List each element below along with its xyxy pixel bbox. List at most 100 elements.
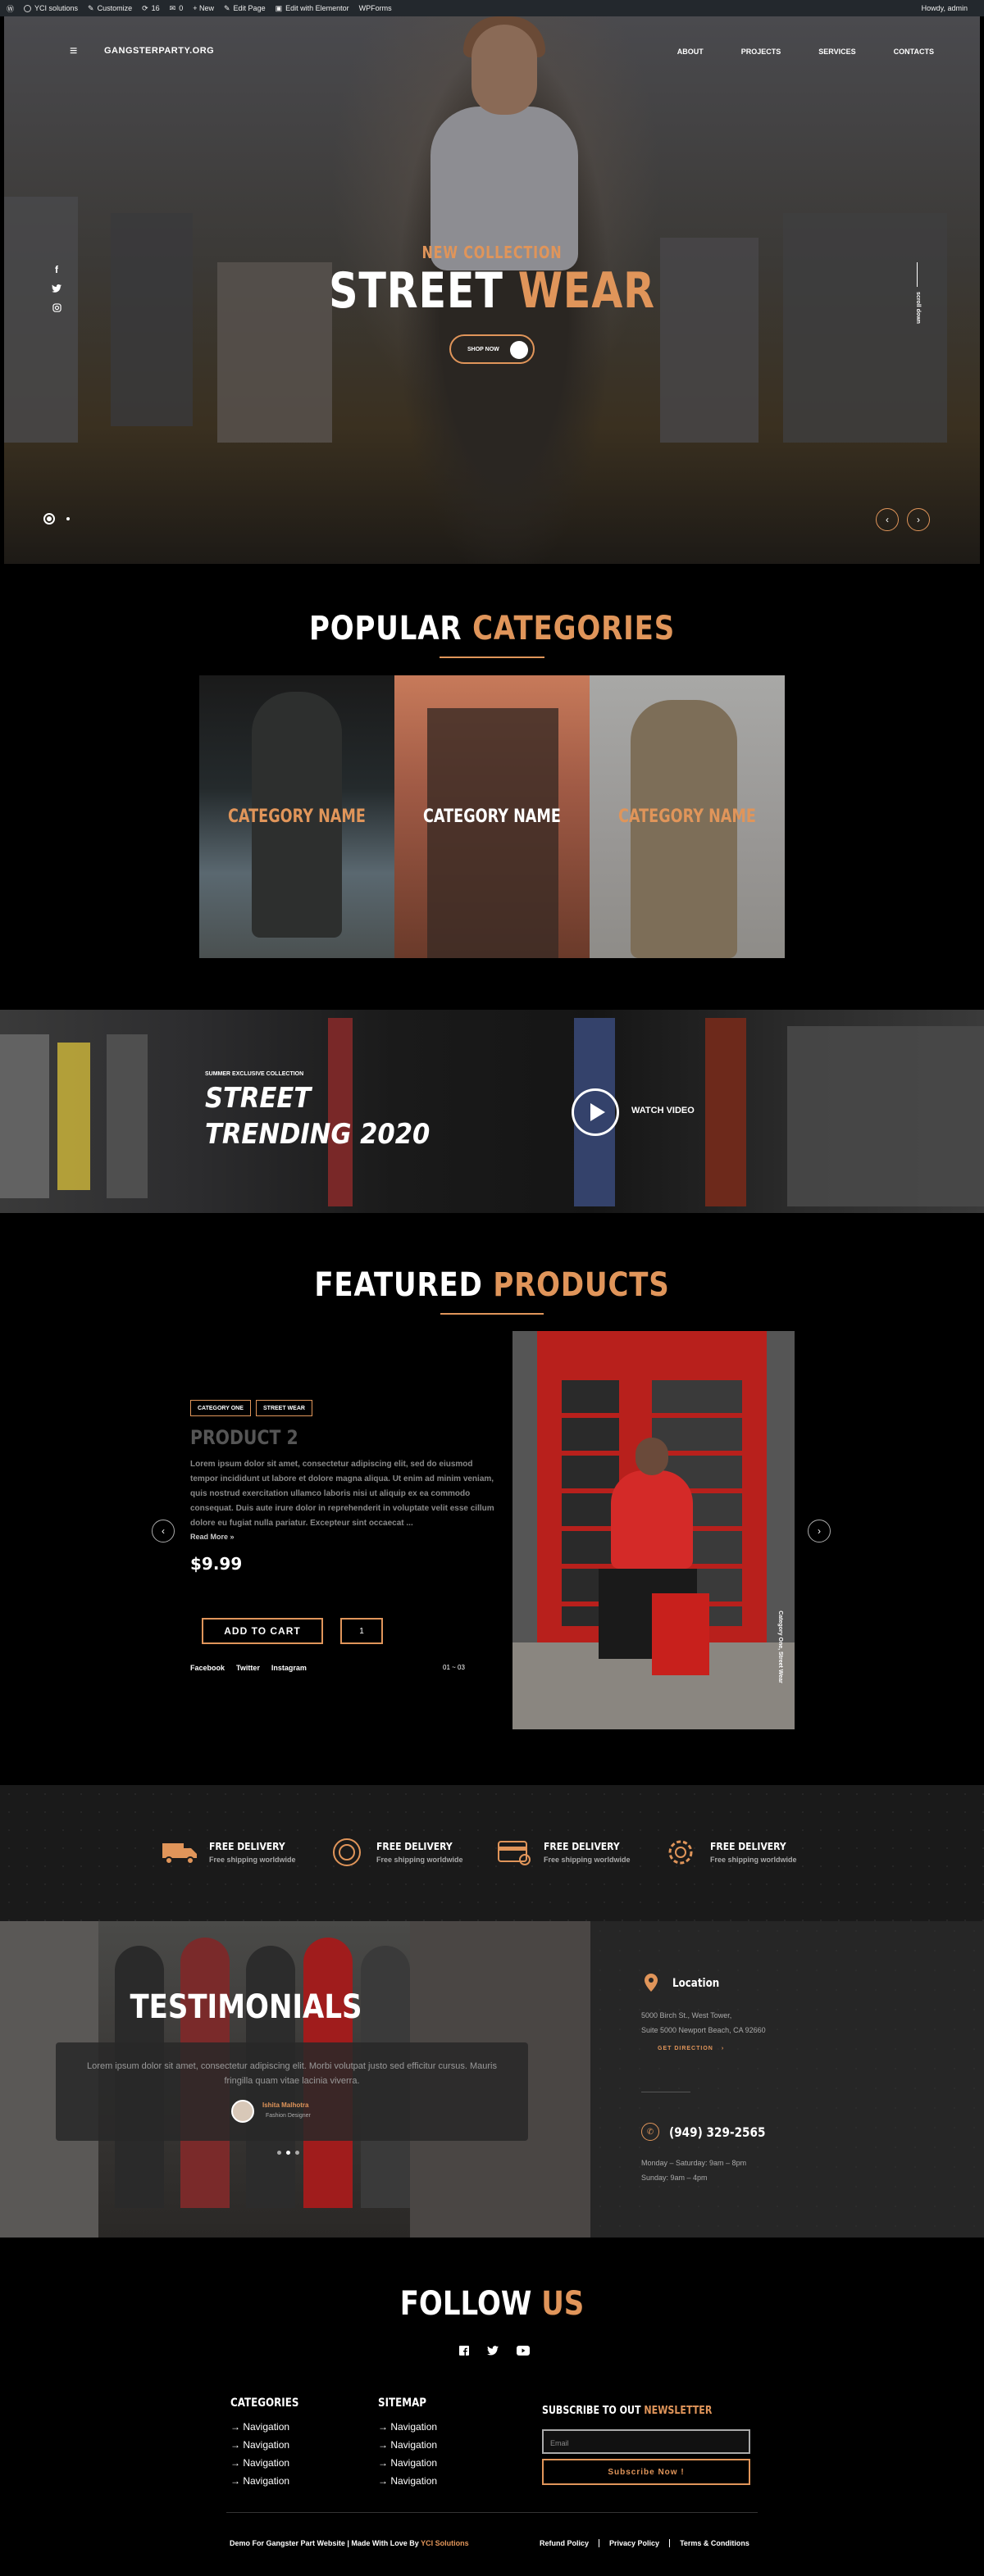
arrow-right-icon: ›	[721, 2046, 725, 2051]
home-icon	[24, 4, 32, 12]
scroll-down-indicator[interactable]: scroll down	[913, 262, 922, 352]
facebook-icon[interactable]	[459, 2346, 469, 2358]
email-input[interactable]: Email	[542, 2429, 750, 2454]
main-nav: ≡ GANGSTERPARTY.ORG ABOUT PROJECTS SERVI…	[4, 39, 980, 64]
follow-social	[459, 2346, 530, 2358]
share-instagram-link[interactable]: Instagram	[271, 1664, 307, 1672]
play-video-button[interactable]	[572, 1088, 619, 1136]
terms-link[interactable]: Terms & Conditions	[680, 2539, 759, 2547]
hero-model-face	[472, 25, 537, 115]
address-line: 5000 Birch St., West Tower,	[641, 2011, 732, 2019]
footer-divider	[226, 2512, 758, 2513]
red-stool	[652, 1593, 709, 1675]
admin-new-link[interactable]: + New	[193, 4, 214, 12]
slider-dot[interactable]	[66, 517, 70, 520]
admin-bar: Ⓦ YCI solutions ✎ Customize ⟳ 16 ✉ 0 + N…	[0, 0, 984, 16]
refund-policy-link[interactable]: Refund Policy	[540, 2539, 600, 2547]
product-name[interactable]: PRODUCT 2	[190, 1426, 298, 1449]
get-direction-link[interactable]: GET DIRECTION ›	[658, 2046, 724, 2051]
admin-customize-link[interactable]: ✎ Customize	[88, 4, 132, 13]
watch-video-label[interactable]: WATCH VIDEO	[631, 1106, 695, 1115]
subscribe-button[interactable]: Subscribe Now !	[542, 2459, 750, 2485]
footer-link[interactable]: → Navigation	[230, 2421, 289, 2433]
category-card[interactable]: CATEGORY NAME	[394, 675, 590, 958]
nav-item-projects[interactable]: PROJECTS	[741, 48, 781, 56]
feature-item: FREE DELIVERY Free shipping worldwide	[327, 1834, 463, 1870]
product-tag[interactable]: STREET WEAR	[256, 1400, 312, 1416]
credit-link[interactable]: YCI Solutions	[421, 2539, 469, 2547]
category-card[interactable]: CATEGORY NAME	[199, 675, 394, 958]
testimonial-dot[interactable]	[295, 2151, 299, 2155]
product-next-button[interactable]: ›	[808, 1520, 831, 1542]
twitter-icon[interactable]	[487, 2346, 499, 2358]
slider-prev-button[interactable]: ‹	[876, 508, 899, 531]
product-share: Facebook Twitter Instagram	[190, 1664, 307, 1672]
nav-item-services[interactable]: SERVICES	[818, 48, 855, 56]
bg-building	[4, 197, 78, 443]
product-prev-button[interactable]: ‹	[152, 1520, 175, 1542]
product-counter: 01 ~ 03	[443, 1664, 465, 1671]
gear-icon	[661, 1834, 700, 1870]
featured-underline	[440, 1313, 544, 1315]
testimonial-dot[interactable]	[286, 2151, 290, 2155]
instagram-icon[interactable]	[52, 303, 61, 315]
slider-next-button[interactable]: ›	[907, 508, 930, 531]
phone-number[interactable]: (949) 329-2565	[669, 2124, 765, 2140]
twitter-icon[interactable]	[52, 284, 61, 295]
footer-link[interactable]: → Navigation	[378, 2475, 437, 2487]
hero-slider: ≡ GANGSTERPARTY.ORG ABOUT PROJECTS SERVI…	[4, 16, 980, 564]
category-card[interactable]: CATEGORY NAME	[590, 675, 785, 958]
hours-line: Sunday: 9am – 4pm	[641, 2174, 708, 2182]
testimonial-pagination	[277, 2151, 299, 2155]
admin-howdy[interactable]: Howdy, admin	[922, 4, 968, 12]
shop-now-button[interactable]: SHOP NOW	[449, 334, 535, 364]
admin-wpforms-link[interactable]: WPForms	[359, 4, 392, 12]
footer-sitemap-list: → Navigation → Navigation → Navigation →…	[378, 2421, 437, 2487]
menu-icon[interactable]: ≡	[70, 44, 77, 59]
testimonial-dot[interactable]	[277, 2151, 281, 2155]
footer-link[interactable]: → Navigation	[378, 2439, 437, 2451]
privacy-policy-link[interactable]: Privacy Policy	[609, 2539, 671, 2547]
product-tag[interactable]: CATEGORY ONE	[190, 1400, 251, 1416]
nav-item-contacts[interactable]: CONTACTS	[894, 48, 934, 56]
facebook-icon[interactable]: f	[55, 264, 58, 275]
admin-comments-link[interactable]: ✉ 0	[170, 4, 184, 13]
admin-edit-page-link[interactable]: ✎ Edit Page	[224, 4, 266, 13]
slider-dot-active[interactable]	[43, 513, 55, 525]
footer-link[interactable]: → Navigation	[378, 2457, 437, 2469]
add-to-cart-button[interactable]: ADD TO CART	[202, 1618, 323, 1644]
scroll-line	[917, 262, 918, 287]
admin-site-link[interactable]: YCI solutions	[24, 4, 78, 12]
footer-link[interactable]: → Navigation	[378, 2421, 437, 2433]
product-image-label: Category One, Street Wear	[777, 1610, 783, 1683]
testimonial-card: Lorem ipsum dolor sit amet, consectetur …	[56, 2042, 528, 2141]
site-logo[interactable]: GANGSTERPARTY.ORG	[104, 46, 214, 56]
nav-menu: ABOUT PROJECTS SERVICES CONTACTS	[677, 48, 934, 56]
footer-link[interactable]: → Navigation	[230, 2457, 289, 2469]
button-dot	[510, 341, 528, 359]
graffiti-wall	[0, 1034, 49, 1198]
share-twitter-link[interactable]: Twitter	[236, 1664, 260, 1672]
badge-icon	[327, 1834, 367, 1870]
testimonial-author: Ishita Malhotra	[262, 2101, 309, 2109]
footer-sitemap-title: SITEMAP	[378, 2397, 427, 2410]
graffiti-wall	[787, 1026, 984, 1206]
newsletter-title: SUBSCRIBE TO OUT NEWSLETTER	[542, 2405, 713, 2417]
admin-elementor-link[interactable]: ▣ Edit with Elementor	[276, 4, 349, 13]
feature-item: FREE DELIVERY Free shipping worldwide	[661, 1834, 797, 1870]
nav-item-about[interactable]: ABOUT	[677, 48, 704, 56]
footer-link[interactable]: → Navigation	[230, 2475, 289, 2487]
trending-kicker: SUMMER EXCLUSIVE COLLECTION	[205, 1071, 304, 1077]
location-pin-icon	[645, 1974, 658, 1996]
footer-policies: Refund Policy Privacy Policy Terms & Con…	[540, 2539, 759, 2547]
product-image[interactable]: Category One, Street Wear	[512, 1331, 795, 1729]
product-description: Lorem ipsum dolor sit amet, consectetur …	[190, 1460, 494, 1528]
quantity-field[interactable]: 1	[340, 1618, 383, 1644]
youtube-icon[interactable]	[517, 2346, 530, 2358]
admin-updates-link[interactable]: ⟳ 16	[142, 4, 160, 13]
read-more-link[interactable]: Read More »	[190, 1533, 235, 1541]
footer-link[interactable]: → Navigation	[230, 2439, 289, 2451]
wordpress-icon[interactable]: Ⓦ	[7, 3, 14, 14]
share-facebook-link[interactable]: Facebook	[190, 1664, 225, 1672]
categories-title: POPULAR CATEGORIES	[308, 610, 676, 647]
